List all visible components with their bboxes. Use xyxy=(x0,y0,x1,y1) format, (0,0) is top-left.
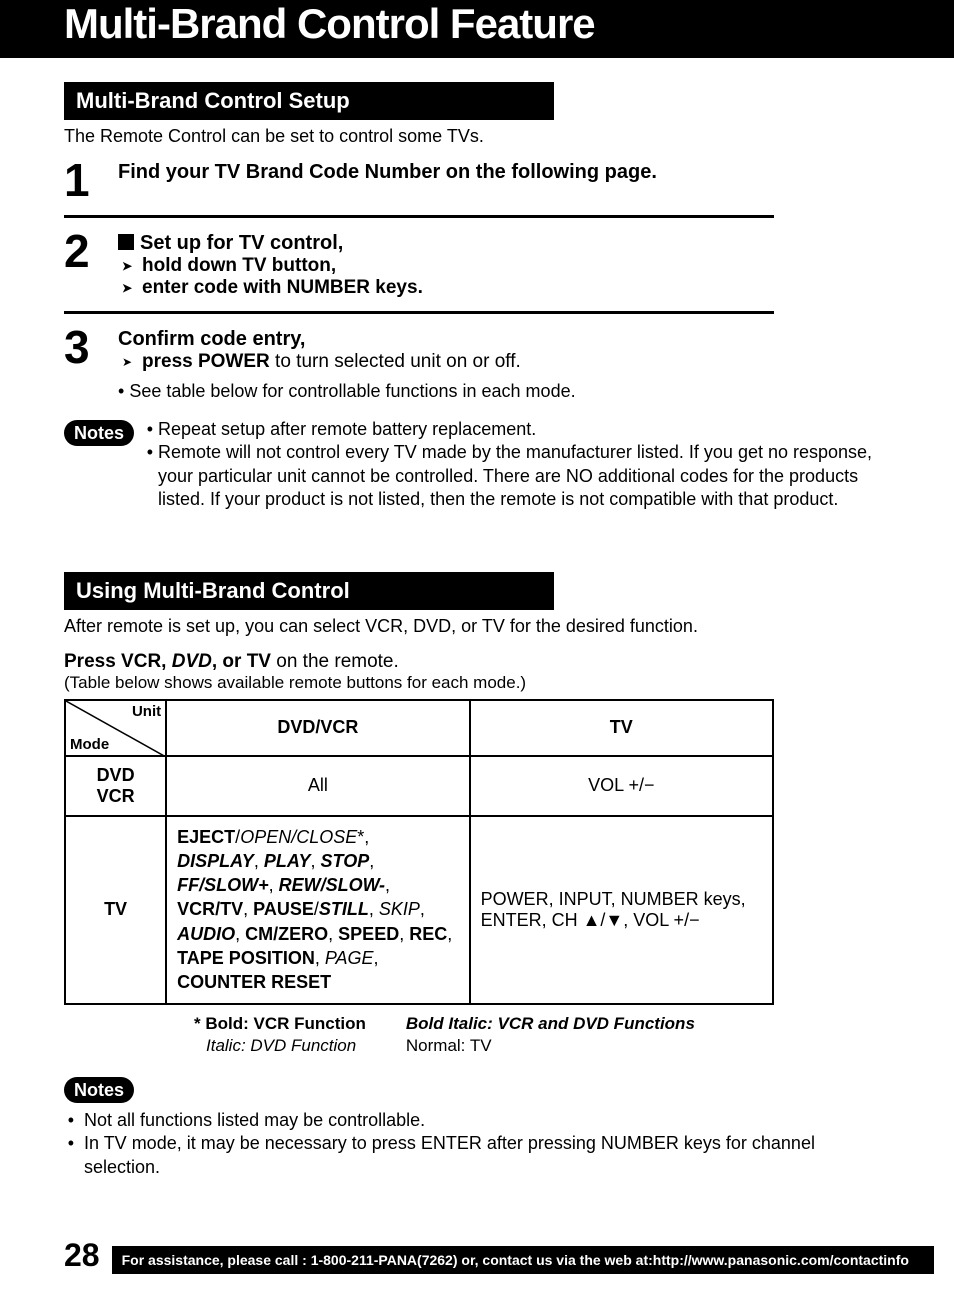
legend-normal: Normal: TV xyxy=(406,1036,492,1055)
section2-intro: After remote is set up, you can select V… xyxy=(64,616,890,637)
page-title: Multi-Brand Control Feature xyxy=(64,0,954,48)
bottom-notes: Notes Not all functions listed may be co… xyxy=(64,1075,890,1179)
notes-badge: Notes xyxy=(64,420,134,446)
row-header-tv: TV xyxy=(65,816,166,1004)
divider xyxy=(64,311,774,314)
section1-intro: The Remote Control can be set to control… xyxy=(64,126,890,147)
step-3: 3 Confirm code entry, press POWER to tur… xyxy=(64,324,890,402)
functions-table: Unit Mode DVD/VCR TV DVDVCR All VOL +/− … xyxy=(64,699,774,1005)
press-line: Press VCR, DVD, or TV on the remote. xyxy=(64,651,890,673)
step-number: 2 xyxy=(64,228,100,299)
square-bullet-icon xyxy=(118,234,134,250)
step3-line2: • See table below for controllable funct… xyxy=(118,381,890,402)
step-number: 1 xyxy=(64,157,100,203)
page-title-bar: Multi-Brand Control Feature xyxy=(0,0,954,58)
col-header-dvdvcr: DVD/VCR xyxy=(166,700,469,756)
notes-block: Notes Repeat setup after remote battery … xyxy=(64,418,890,512)
legend-left: * Bold: VCR Function Italic: DVD Functio… xyxy=(194,1013,366,1057)
notes-body: Repeat setup after remote battery replac… xyxy=(148,418,890,512)
step2-line1: hold down TV button, xyxy=(142,255,890,277)
legend: * Bold: VCR Function Italic: DVD Functio… xyxy=(64,1013,890,1057)
step3-title: Confirm code entry, xyxy=(118,328,890,351)
mode-unit-cell: Unit Mode xyxy=(65,700,166,756)
legend-right: Bold Italic: VCR and DVD Functions Norma… xyxy=(406,1013,695,1057)
mode-label: Mode xyxy=(70,736,109,753)
section1-header: Multi-Brand Control Setup xyxy=(64,82,554,120)
col-header-tv: TV xyxy=(470,700,773,756)
section2-header: Using Multi-Brand Control xyxy=(64,572,554,610)
table-caption: (Table below shows available remote butt… xyxy=(64,673,890,693)
step-number: 3 xyxy=(64,324,100,402)
note-item: Repeat setup after remote battery replac… xyxy=(158,418,890,441)
footer-assistance: For assistance, please call : 1-800-211-… xyxy=(112,1246,934,1274)
step1-text: Find your TV Brand Code Number on the fo… xyxy=(118,161,890,184)
step3-sub: press POWER to turn selected unit on or … xyxy=(118,351,890,373)
unit-label: Unit xyxy=(132,703,161,720)
step-1: 1 Find your TV Brand Code Number on the … xyxy=(64,157,890,203)
row-header-dvdvcr: DVDVCR xyxy=(65,756,166,816)
step2-substeps: hold down TV button, enter code with NUM… xyxy=(118,255,890,299)
cell-tv-dvdvcr: EJECT/OPEN/CLOSE*,DISPLAY, PLAY, STOP,FF… xyxy=(166,816,469,1004)
note-item: In TV mode, it may be necessary to press… xyxy=(84,1132,890,1179)
section-using: Using Multi-Brand Control After remote i… xyxy=(64,572,890,1179)
note-item: Not all functions listed may be controll… xyxy=(84,1109,890,1132)
cell-dvdvcr-tv: VOL +/− xyxy=(470,756,773,816)
step3-line1: press POWER to turn selected unit on or … xyxy=(142,351,890,373)
legend-italic: Italic: DVD Function xyxy=(206,1036,356,1055)
legend-bolditalic: Bold Italic: VCR and DVD Functions xyxy=(406,1014,695,1033)
note-item: Remote will not control every TV made by… xyxy=(158,441,890,511)
footer: 28 For assistance, please call : 1-800-2… xyxy=(64,1237,934,1274)
legend-bold: Bold: VCR Function xyxy=(205,1014,366,1033)
divider xyxy=(64,215,774,218)
step-2: 2 Set up for TV control, hold down TV bu… xyxy=(64,228,890,299)
step2-line2: enter code with NUMBER keys. xyxy=(142,277,890,299)
notes-badge: Notes xyxy=(64,1077,134,1103)
cell-tv-tv: POWER, INPUT, NUMBER keys, ENTER, CH ▲/▼… xyxy=(470,816,773,1004)
section-setup: Multi-Brand Control Setup The Remote Con… xyxy=(64,82,890,512)
step2-title: Set up for TV control, xyxy=(118,232,890,255)
page-number: 28 xyxy=(64,1237,100,1274)
cell-dvdvcr-dvdvcr: All xyxy=(166,756,469,816)
